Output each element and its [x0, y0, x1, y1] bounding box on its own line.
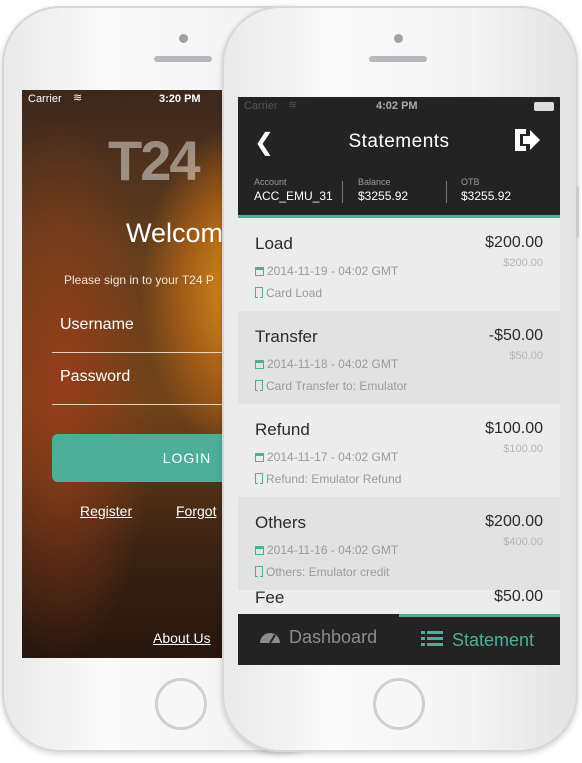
tab-bar: Dashboard Statement [238, 614, 560, 665]
logout-icon[interactable] [512, 126, 542, 154]
transaction-description: Refund: Emulator Refund [255, 472, 401, 486]
transaction-type: Others [255, 513, 307, 532]
list-item[interactable]: Refund $100.00 $100.00 2014-11-17 - 04:0… [238, 404, 560, 497]
running-balance: $50.00 [509, 350, 543, 362]
tab-dashboard[interactable]: Dashboard [238, 614, 399, 665]
otb-label: OTB [461, 177, 480, 187]
list-item[interactable]: Load $200.00 $200.00 2014-11-19 - 04:02 … [238, 218, 560, 311]
home-button[interactable] [155, 678, 207, 730]
dashboard-gauge-icon [260, 633, 280, 644]
status-bar: Carrier ≋ 4:02 PM [238, 97, 560, 117]
calendar-icon [255, 546, 264, 555]
transaction-date: 2014-11-19 - 04:02 GMT [255, 264, 398, 278]
transaction-amount: $100.00 [485, 420, 543, 437]
otb-value: $3255.92 [461, 189, 512, 203]
balance-label: Balance [358, 177, 391, 187]
running-balance: $100.00 [503, 443, 543, 455]
carrier-label: Carrier [244, 100, 278, 112]
statements-screen: Carrier ≋ 4:02 PM ❮ Statements Account A… [238, 97, 560, 665]
calendar-icon [255, 360, 264, 369]
transaction-type: Load [255, 234, 293, 253]
transaction-description: Card Transfer to: Emulator [255, 379, 407, 393]
transaction-type: Fee [255, 588, 285, 607]
transaction-date: 2014-11-16 - 04:02 GMT [255, 543, 398, 557]
list-item[interactable]: Others $200.00 $400.00 2014-11-16 - 04:0… [238, 497, 560, 590]
account-summary: Account ACC_EMU_31 Balance $3255.92 OTB … [238, 167, 560, 218]
side-button [576, 186, 579, 238]
signin-text: Please sign in to your T24 P [64, 273, 214, 287]
home-button[interactable] [373, 678, 425, 730]
running-balance: $200.00 [503, 257, 543, 269]
transaction-date: 2014-11-18 - 04:02 GMT [255, 357, 398, 371]
receipt-icon [255, 473, 263, 484]
transaction-list[interactable]: Load $200.00 $200.00 2014-11-19 - 04:02 … [238, 218, 560, 614]
carrier-label: Carrier [28, 93, 62, 105]
front-camera [179, 34, 188, 43]
forgot-link[interactable]: Forgot [176, 503, 216, 519]
divider [342, 181, 343, 203]
battery-icon [534, 102, 554, 111]
balance-info: Balance $3255.92 [358, 177, 408, 203]
list-item[interactable]: Transfer -$50.00 $50.00 2014-11-18 - 04:… [238, 311, 560, 404]
account-info: Account ACC_EMU_31 [254, 177, 333, 203]
transaction-amount: -$50.00 [488, 327, 543, 344]
status-time: 3:20 PM [159, 93, 201, 105]
transaction-amount: $50.00 [494, 588, 543, 605]
status-time: 4:02 PM [376, 100, 418, 112]
calendar-icon [255, 453, 264, 462]
welcome-heading: Welcom [126, 218, 224, 248]
front-camera [394, 34, 403, 43]
calendar-icon [255, 267, 264, 276]
balance-value: $3255.92 [358, 189, 409, 203]
transaction-description: Card Load [255, 286, 322, 300]
transaction-type: Refund [255, 420, 310, 439]
account-label: Account [254, 177, 287, 187]
password-placeholder: Password [60, 368, 131, 385]
account-value: ACC_EMU_31 [254, 189, 333, 203]
divider [446, 181, 447, 203]
about-us-link[interactable]: About Us [153, 630, 211, 646]
tab-statement[interactable]: Statement [399, 614, 560, 665]
earpiece-speaker [154, 56, 212, 62]
earpiece-speaker [369, 56, 427, 62]
transaction-description: Others: Emulator credit [255, 565, 389, 579]
transaction-amount: $200.00 [485, 513, 543, 530]
transaction-amount: $200.00 [485, 234, 543, 251]
list-icon [421, 631, 443, 646]
nav-bar: ❮ Statements [238, 117, 560, 167]
tab-dashboard-label: Dashboard [289, 627, 378, 647]
receipt-icon [255, 566, 263, 577]
running-balance: $400.00 [503, 536, 543, 548]
register-link[interactable]: Register [80, 503, 132, 519]
wifi-icon: ≋ [288, 99, 298, 111]
otb-info: OTB $3255.92 [461, 177, 511, 203]
transaction-type: Transfer [255, 327, 318, 346]
receipt-icon [255, 380, 263, 391]
list-item[interactable]: Fee $50.00 [238, 588, 560, 614]
tab-statement-label: Statement [452, 630, 535, 650]
transaction-date: 2014-11-17 - 04:02 GMT [255, 450, 398, 464]
username-placeholder: Username [60, 316, 134, 333]
t24-logo: T24 [108, 129, 200, 192]
wifi-icon: ≋ [73, 92, 83, 104]
receipt-icon [255, 287, 263, 298]
